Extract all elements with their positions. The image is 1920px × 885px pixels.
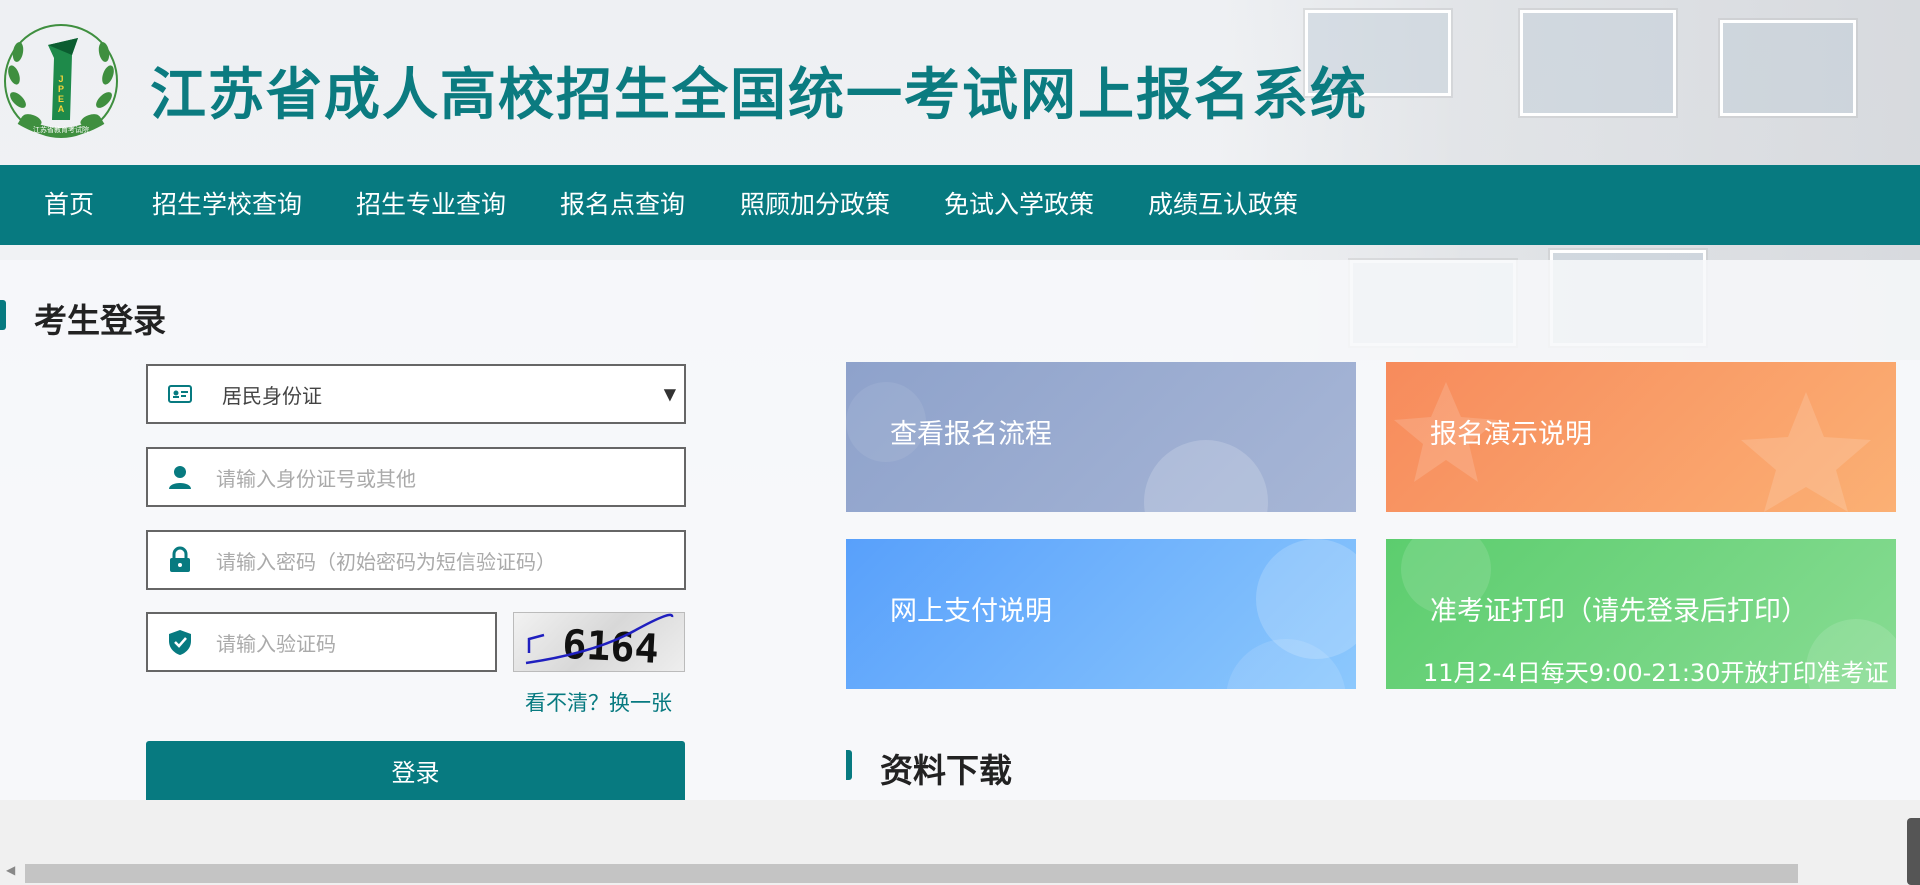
- section-accent-bar: [846, 750, 852, 780]
- captcha-placeholder: 请输入验证码: [216, 631, 336, 656]
- scrollbar-thumb[interactable]: [25, 864, 1798, 883]
- card-label: 报名演示说明: [1430, 419, 1592, 450]
- id-card-icon: [168, 385, 192, 403]
- card-label: 网上支付说明: [890, 596, 1052, 627]
- password-placeholder: 请输入密码（初始密码为短信验证码）: [216, 549, 556, 574]
- main-nav: 首页 招生学校查询 招生专业查询 报名点查询 照顾加分政策 免试入学政策 成绩互…: [0, 165, 1920, 245]
- card-label: 准考证打印（请先登录后打印）: [1430, 596, 1808, 627]
- nav-item-major-query[interactable]: 招生专业查询: [356, 165, 506, 245]
- nav-item-bonus-policy[interactable]: 照顾加分政策: [740, 165, 890, 245]
- lock-icon: [170, 546, 190, 572]
- shield-check-icon: [169, 630, 191, 655]
- chevron-down-icon: ▼: [663, 384, 676, 404]
- exam-institute-logo: J P E A 江苏省教育考试院: [4, 24, 118, 138]
- captcha-input[interactable]: 请输入验证码: [146, 612, 497, 672]
- captcha-refresh-link[interactable]: 看不清？换一张: [525, 687, 672, 717]
- card-admission-ticket-print[interactable]: 准考证打印（请先登录后打印） 11月2-4日每天9:00-21:30开放打印准考…: [1386, 539, 1896, 689]
- login-button[interactable]: 登录: [146, 741, 685, 800]
- user-icon: [169, 466, 191, 489]
- captcha-image[interactable]: 6164: [513, 612, 685, 672]
- nav-item-exempt-policy[interactable]: 免试入学政策: [944, 165, 1094, 245]
- login-title: 考生登录: [34, 301, 166, 340]
- svg-text:E: E: [58, 94, 64, 104]
- nav-item-site-query[interactable]: 报名点查询: [560, 165, 685, 245]
- scroll-left-icon[interactable]: ◀: [6, 863, 15, 877]
- captcha-text: 6164: [561, 622, 660, 671]
- svg-text:J: J: [58, 74, 63, 84]
- downloads-title: 资料下载: [880, 751, 1012, 790]
- captcha-graphic: 6164: [525, 613, 674, 671]
- card-registration-process[interactable]: 查看报名流程: [846, 362, 1356, 512]
- id-type-select[interactable]: 居民身份证 ▼: [146, 364, 686, 424]
- id-number-input[interactable]: 请输入身份证号或其他: [146, 447, 686, 507]
- nav-item-score-policy[interactable]: 成绩互认政策: [1148, 165, 1298, 245]
- id-type-value: 居民身份证: [222, 383, 322, 408]
- password-input[interactable]: 请输入密码（初始密码为短信验证码）: [146, 530, 686, 590]
- horizontal-scrollbar[interactable]: ◀: [0, 860, 1920, 885]
- card-subtitle: 11月2-4日每天9:00-21:30开放打印准考证: [1423, 659, 1889, 687]
- site-header: J P E A 江苏省教育考试院 江苏省成人高校招生全国统一考试网上报名系统: [0, 0, 1920, 165]
- id-number-placeholder: 请输入身份证号或其他: [216, 466, 416, 491]
- section-accent-bar: [0, 300, 6, 330]
- logo-text: 江苏省教育考试院: [33, 125, 89, 134]
- card-registration-demo[interactable]: 报名演示说明: [1386, 362, 1896, 512]
- site-title: 江苏省成人高校招生全国统一考试网上报名系统: [150, 63, 1368, 128]
- nav-item-school-query[interactable]: 招生学校查询: [152, 165, 302, 245]
- side-widget-handle[interactable]: [1907, 818, 1920, 885]
- card-label: 查看报名流程: [890, 419, 1052, 450]
- card-online-payment[interactable]: 网上支付说明: [846, 539, 1356, 689]
- svg-text:P: P: [58, 84, 64, 94]
- svg-text:A: A: [58, 104, 65, 114]
- nav-item-home[interactable]: 首页: [44, 165, 94, 245]
